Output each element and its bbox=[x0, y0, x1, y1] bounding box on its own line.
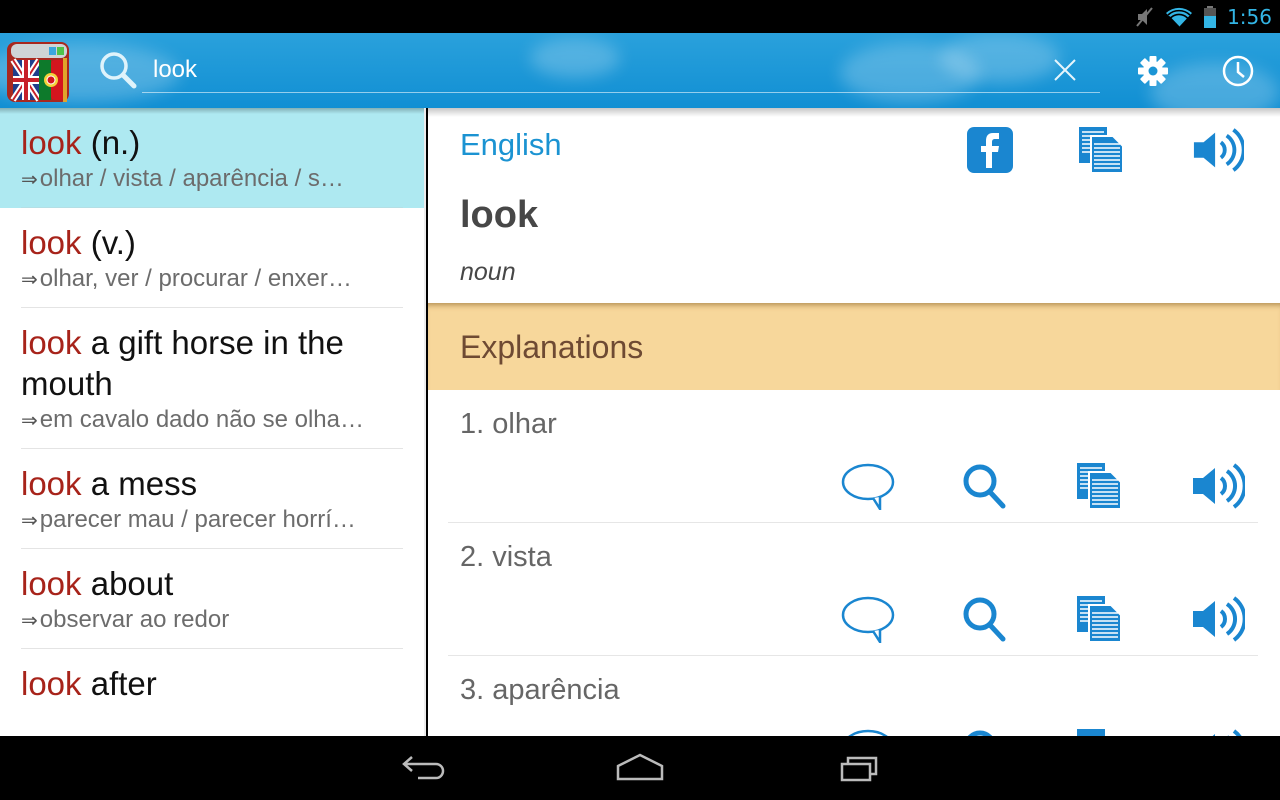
example-button[interactable] bbox=[840, 591, 896, 647]
result-headword: (v.) bbox=[90, 224, 136, 261]
status-bar: 1:56 bbox=[0, 0, 1280, 33]
result-item[interactable]: look (n.) ⇒olhar / vista / aparência / s… bbox=[0, 108, 424, 208]
sense-item: 1. olhar bbox=[428, 390, 1280, 523]
recent-apps-icon bbox=[840, 756, 878, 782]
arrow-icon: ⇒ bbox=[21, 410, 38, 432]
history-button[interactable] bbox=[1218, 51, 1258, 91]
action-bar bbox=[0, 33, 1280, 108]
pronounce-button[interactable] bbox=[1190, 724, 1246, 736]
copy-icon bbox=[1079, 127, 1124, 174]
result-translation: em cavalo dado não se olha… bbox=[39, 406, 364, 433]
facebook-icon bbox=[967, 127, 1013, 173]
speech-bubble-icon bbox=[841, 463, 895, 510]
pronounce-button[interactable] bbox=[1192, 124, 1244, 176]
section-header: Explanations bbox=[428, 303, 1280, 390]
speaker-icon bbox=[1212, 729, 1242, 736]
result-translation: olhar, ver / procurar / enxer… bbox=[39, 265, 352, 292]
sense-item: 2. vista bbox=[428, 523, 1280, 656]
speech-bubble-icon bbox=[841, 596, 895, 643]
sense-label: 3. aparência bbox=[460, 674, 620, 706]
arrow-icon: ⇒ bbox=[21, 510, 38, 532]
copy-button[interactable] bbox=[1072, 724, 1128, 736]
clock-icon bbox=[1222, 55, 1254, 87]
speaker-icon bbox=[1193, 128, 1244, 172]
result-item[interactable]: look after bbox=[0, 649, 424, 704]
entry-detail: English look noun Explanations 1. olhar … bbox=[428, 108, 1280, 736]
sense-item: 3. aparência bbox=[428, 656, 1280, 736]
result-keyword: look bbox=[21, 665, 82, 702]
pronounce-button[interactable] bbox=[1190, 591, 1246, 647]
copy-icon bbox=[1077, 729, 1105, 736]
result-keyword: look bbox=[21, 465, 82, 502]
example-button[interactable] bbox=[840, 724, 896, 736]
settings-button[interactable] bbox=[1133, 51, 1173, 91]
pronounce-button[interactable] bbox=[1190, 458, 1246, 514]
result-headword: about bbox=[90, 565, 174, 602]
result-translation: parecer mau / parecer horrí… bbox=[39, 506, 356, 533]
word-title: look bbox=[460, 194, 539, 236]
clear-search-button[interactable] bbox=[1046, 51, 1084, 89]
dictionary-book-icon bbox=[7, 42, 69, 102]
clock-time: 1:56 bbox=[1227, 4, 1272, 29]
copy-word-button[interactable] bbox=[1076, 124, 1128, 176]
navigation-bar bbox=[0, 736, 1280, 800]
example-button[interactable] bbox=[840, 458, 896, 514]
arrow-icon: ⇒ bbox=[21, 610, 38, 632]
back-button[interactable] bbox=[394, 748, 454, 788]
copy-icon bbox=[1077, 463, 1122, 510]
copy-button[interactable] bbox=[1072, 458, 1128, 514]
part-of-speech: noun bbox=[460, 258, 516, 286]
result-headword: (n.) bbox=[90, 124, 141, 161]
back-icon bbox=[402, 756, 445, 780]
home-icon bbox=[616, 753, 664, 781]
result-item[interactable]: look (v.) ⇒olhar, ver / procurar / enxer… bbox=[0, 208, 424, 308]
result-headword: after bbox=[90, 665, 157, 702]
language-label: English bbox=[460, 127, 562, 162]
search-input[interactable] bbox=[142, 47, 1100, 93]
wifi-icon bbox=[1165, 6, 1193, 28]
arrow-icon: ⇒ bbox=[21, 169, 38, 191]
speaker-icon bbox=[1193, 596, 1245, 642]
sense-label: 2. vista bbox=[460, 541, 552, 573]
mute-icon bbox=[1135, 6, 1155, 28]
lookup-button[interactable] bbox=[956, 591, 1012, 647]
section-title: Explanations bbox=[460, 329, 644, 365]
result-headword: a mess bbox=[90, 465, 198, 502]
search-icon bbox=[967, 730, 993, 736]
share-facebook-button[interactable] bbox=[964, 124, 1016, 176]
app-logo[interactable] bbox=[7, 40, 69, 102]
result-keyword: look bbox=[21, 224, 82, 261]
copy-button[interactable] bbox=[1072, 591, 1128, 647]
result-keyword: look bbox=[21, 565, 82, 602]
results-list: look (n.) ⇒olhar / vista / aparência / s… bbox=[0, 108, 426, 736]
copy-icon bbox=[1077, 596, 1122, 643]
search-icon bbox=[963, 464, 1006, 509]
speaker-icon bbox=[1193, 463, 1245, 509]
search-icon bbox=[963, 597, 1006, 642]
recent-apps-button[interactable] bbox=[828, 748, 888, 788]
result-translation: observar ao redor bbox=[39, 606, 230, 633]
close-icon bbox=[1054, 59, 1076, 81]
search-icon bbox=[98, 50, 138, 90]
lookup-button[interactable] bbox=[956, 458, 1012, 514]
result-translation: olhar / vista / aparência / s… bbox=[39, 165, 344, 192]
result-keyword: look bbox=[21, 124, 82, 161]
result-item[interactable]: look a mess ⇒parecer mau / parecer horrí… bbox=[0, 449, 424, 549]
result-item[interactable]: look about ⇒observar ao redor bbox=[0, 549, 424, 649]
result-keyword: look bbox=[21, 324, 82, 361]
speech-bubble-icon bbox=[848, 729, 888, 736]
gear-icon bbox=[1138, 56, 1168, 86]
sense-label: 1. olhar bbox=[460, 408, 557, 440]
arrow-icon: ⇒ bbox=[21, 269, 38, 291]
result-item[interactable]: look a gift horse in the mouth ⇒em caval… bbox=[0, 308, 424, 449]
battery-icon bbox=[1203, 5, 1217, 28]
lookup-button[interactable] bbox=[956, 724, 1012, 736]
home-button[interactable] bbox=[610, 748, 670, 788]
